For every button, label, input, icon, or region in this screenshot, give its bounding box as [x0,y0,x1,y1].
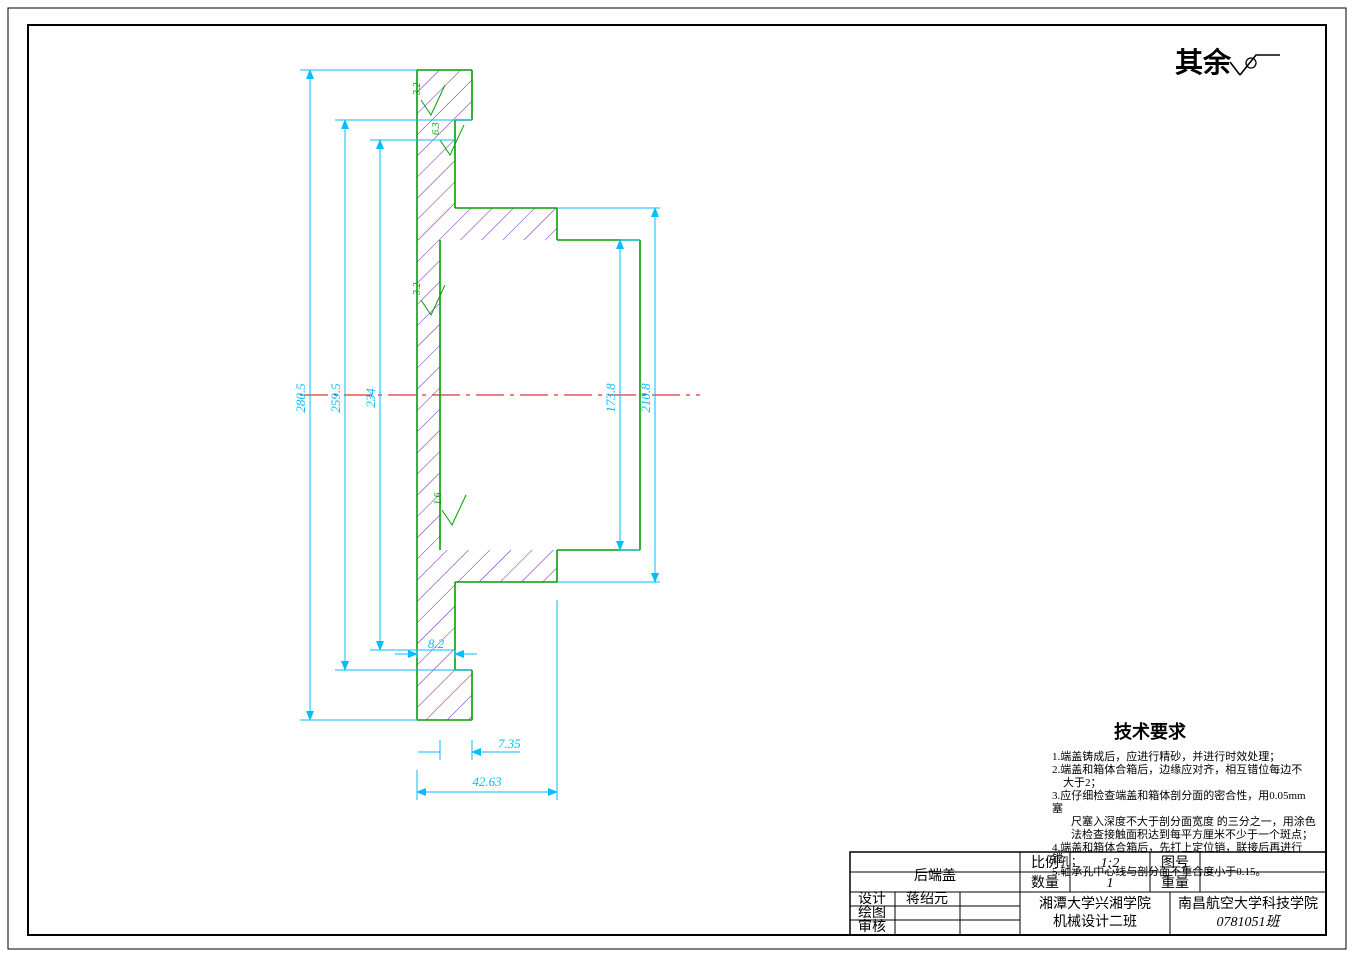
dim-w3: 42.63 [472,774,502,789]
svg-text:技术要求: 技术要求 [1114,721,1187,742]
dim-d5: 210.8 [638,383,653,413]
svg-text:尺塞入深度不大于剖分面宽度 的三分之一，用涂色: 尺塞入深度不大于剖分面宽度 的三分之一，用涂色 [1060,814,1316,828]
svg-text:重量: 重量 [1161,875,1189,891]
svg-text:湘潭大学兴湘学院: 湘潭大学兴湘学院 [1039,895,1151,912]
dim-d3: 234 [363,388,378,408]
svg-text:1.端盖铸成后，应进行精砂，并进行时效处理；: 1.端盖铸成后，应进行精砂，并进行时效处理； [1052,749,1280,763]
dim-d1: 280.5 [293,383,308,413]
dim-d4: 173.8 [603,383,618,413]
svg-text:蒋绍元: 蒋绍元 [906,891,948,907]
svg-text:比例: 比例 [1031,855,1059,871]
svg-text:2.端盖和箱体合箱后，边缘应对齐，相互错位每边不: 2.端盖和箱体合箱后，边缘应对齐，相互错位每边不 [1052,762,1302,776]
svg-text:1: 1 [1107,876,1114,891]
svg-text:法检查接触面积达到每平方厘米不少于一个斑点；: 法检查接触面积达到每平方厘米不少于一个斑点； [1060,827,1313,841]
svg-text:大于2；: 大于2； [1052,775,1102,789]
svg-text:3.2: 3.2 [412,83,423,97]
svg-text:5.轴承孔中心线与剖分面不重合度小于0.15。: 5.轴承孔中心线与剖分面不重合度小于0.15。 [1052,864,1267,878]
svg-text:3.2: 3.2 [412,283,423,297]
svg-text:1:2: 1:2 [1101,856,1120,871]
svg-text:南昌航空大学科技学院: 南昌航空大学科技学院 [1178,896,1318,912]
dim-d2: 259.5 [328,383,343,413]
svg-text:设计: 设计 [858,891,886,907]
dim-w1: 8.2 [428,636,445,651]
svg-text:审核: 审核 [858,919,886,935]
svg-text:绘图: 绘图 [858,905,886,921]
svg-text:6.3: 6.3 [431,123,442,136]
svg-text:1.6: 1.6 [433,493,444,506]
svg-text:0781051班: 0781051班 [1217,914,1282,930]
svg-text:机械设计二班: 机械设计二班 [1053,914,1137,930]
svg-text:数量: 数量 [1031,875,1059,891]
dim-w2: 7.35 [498,736,521,751]
title-block: 后端盖 比例 1:2 图号 数量 1 重量 设计 蒋绍元 绘图 审核 湘潭大学兴… [850,852,1326,935]
general-surface-finish: 其余 [1175,46,1280,79]
svg-text:后端盖: 后端盖 [914,868,956,884]
tech-requirements: 技术要求 1.端盖铸成后，应进行精砂，并进行时效处理； 2.端盖和箱体合箱后，边… [1052,721,1316,878]
svg-text:图号: 图号 [1161,856,1189,871]
svg-text:3.应仔细检查端盖和箱体剖分面的密合性，用0.05mm: 3.应仔细检查端盖和箱体剖分面的密合性，用0.05mm [1052,788,1306,802]
svg-text:其余: 其余 [1175,46,1232,79]
svg-text:塞: 塞 [1052,801,1063,815]
